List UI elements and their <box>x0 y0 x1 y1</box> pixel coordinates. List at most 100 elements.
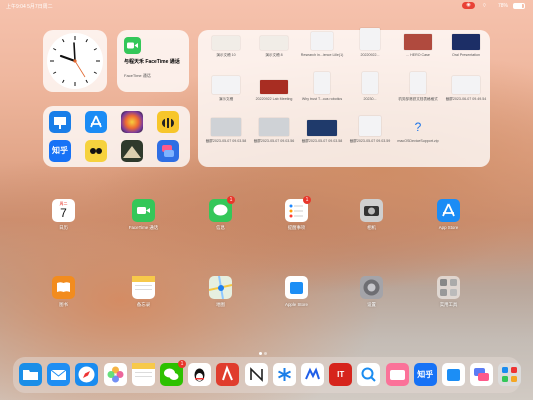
facetime-icon <box>124 37 141 54</box>
settings-icon <box>360 276 383 299</box>
file-thumbnail <box>260 36 288 50</box>
zhihu-icon[interactable]: 知乎 <box>49 140 71 162</box>
app-appstore[interactable]: App Store <box>429 199 469 230</box>
file-item[interactable]: ? macOSDeviceSupport.zip <box>388 118 448 143</box>
app-label: 日历 <box>59 225 68 230</box>
app-calendar[interactable]: 周二 7 日历 <box>44 199 84 231</box>
app-label: 设置 <box>367 302 376 307</box>
notes-icon <box>132 276 155 299</box>
clock-face <box>47 33 103 89</box>
app-label: 相机 <box>367 225 376 230</box>
app-maps[interactable]: 地图 <box>201 275 241 308</box>
blue-m-app-icon[interactable] <box>301 363 324 386</box>
file-label: Oral Presentation <box>452 53 480 57</box>
battery-level-fill <box>514 4 522 8</box>
app-label: FaceTime 通话 <box>128 225 159 230</box>
zhihu-icon[interactable]: 知乎 <box>413 363 437 386</box>
facetime-contact-name: 与程天禾 FaceTime 通话 <box>124 59 180 65</box>
app-utilities-folder[interactable]: 实用工具 <box>429 276 469 308</box>
search-app-icon[interactable] <box>357 363 381 386</box>
file-thumbnail <box>362 72 378 94</box>
appstore-icon <box>437 199 460 222</box>
file-thumbnail <box>452 76 480 94</box>
screen-recording-indicator[interactable]: ◉ <box>462 2 475 9</box>
file-thumbnail <box>212 36 240 50</box>
shortcuts-icon[interactable] <box>157 140 179 162</box>
file-thumbnail <box>359 116 381 136</box>
page-dot <box>259 352 262 355</box>
calendar-icon: 周二 7 <box>52 199 75 222</box>
red-app-icon[interactable] <box>216 363 240 386</box>
app-settings[interactable]: 设置 <box>352 276 392 308</box>
file-thumbnail <box>311 32 333 50</box>
books-icon <box>52 276 75 299</box>
facetime-subtitle: FaceTime 通话 <box>124 73 151 78</box>
unknown-file-icon: ? <box>414 120 422 134</box>
wechat-icon[interactable]: 1 <box>160 360 186 386</box>
utilities-folder-icon <box>437 276 460 299</box>
bilibili-icon[interactable] <box>385 363 409 386</box>
appstore-icon[interactable] <box>85 111 107 133</box>
notes-icon[interactable] <box>131 363 155 386</box>
notification-badge: 1 <box>303 196 311 204</box>
app-books[interactable]: 图书 <box>44 276 84 308</box>
shortcuts-icon[interactable] <box>470 363 494 386</box>
file-thumbnail <box>259 118 289 136</box>
app-reminders[interactable]: 1 提醒事项 <box>277 196 317 231</box>
files-recents-widget[interactable]: 演示文稿 10 演示文稿 8 Research in...ience Lille(1… <box>198 28 490 167</box>
apple-store-icon[interactable] <box>442 363 465 386</box>
mail-icon[interactable] <box>47 363 71 386</box>
ithome-icon[interactable]: IT <box>329 363 353 386</box>
file-thumbnail <box>410 72 426 94</box>
bee-icon[interactable] <box>157 111 179 133</box>
facetime-contact-widget[interactable]: 与程天禾 FaceTime 通话 FaceTime 通话 <box>117 30 189 92</box>
app-facetime[interactable]: FaceTime 通话 <box>124 199 164 231</box>
file-label: macOSDeviceSupport.zip <box>397 139 439 143</box>
status-time-date: 上午9:04 5月7日周二 <box>6 4 53 10</box>
file-thumbnail <box>452 34 480 50</box>
clock-hands-icon <box>50 36 100 86</box>
cartoon-icon[interactable] <box>85 140 107 162</box>
file-item[interactable]: Oral Presentation <box>436 34 496 57</box>
file-thumbnail <box>211 118 241 136</box>
notification-badge: 1 <box>227 196 235 204</box>
app-notes[interactable]: 备忘录 <box>124 276 164 308</box>
scenery-icon[interactable] <box>121 140 143 162</box>
notification-badge: 1 <box>178 360 186 368</box>
files-icon[interactable] <box>19 363 42 386</box>
app-suggestions-widget[interactable]: 知乎 <box>43 106 190 167</box>
reminders-icon: 1 <box>285 196 311 222</box>
file-item[interactable]: 截屏2023-06-07 09.49.54 <box>436 76 496 102</box>
asterisk-app-icon[interactable] <box>272 363 296 386</box>
file-thumbnail <box>360 28 380 50</box>
status-bar: 上午9:04 5月7日周二 ◉ ⌔ 78% <box>0 0 533 12</box>
safari-icon[interactable] <box>75 363 99 386</box>
facetime-icon <box>132 199 155 222</box>
qq-icon[interactable] <box>188 363 212 386</box>
file-thumbnail <box>212 76 240 94</box>
app-label: 实用工具 <box>439 302 458 307</box>
battery-percent: 78% <box>498 3 509 9</box>
file-thumbnail <box>404 34 432 50</box>
photos-icon[interactable] <box>103 363 127 386</box>
app-label: 图书 <box>59 302 68 307</box>
color-sphere-icon[interactable] <box>121 111 143 133</box>
app-label: 提醒事项 <box>287 225 306 230</box>
app-label: 备忘录 <box>136 302 151 307</box>
messages-icon: 1 <box>209 196 235 222</box>
page-dot <box>264 352 267 355</box>
clock-widget[interactable] <box>43 30 107 92</box>
app-camera[interactable]: 相机 <box>352 199 392 231</box>
app-library-icon[interactable] <box>498 363 522 386</box>
file-thumbnail <box>314 72 330 94</box>
battery-icon <box>513 3 525 9</box>
file-thumbnail <box>307 120 337 136</box>
dock: 1 IT 知乎 <box>13 357 522 393</box>
keynote-icon[interactable] <box>49 111 71 133</box>
app-messages[interactable]: 1 信息 <box>201 196 241 231</box>
maps-icon <box>208 275 233 300</box>
notion-icon[interactable] <box>244 363 268 386</box>
camera-icon <box>360 199 383 222</box>
app-apple-store[interactable]: Apple Store <box>277 276 317 307</box>
file-label: 截屏2023-06-07 09.49.54 <box>445 97 487 101</box>
